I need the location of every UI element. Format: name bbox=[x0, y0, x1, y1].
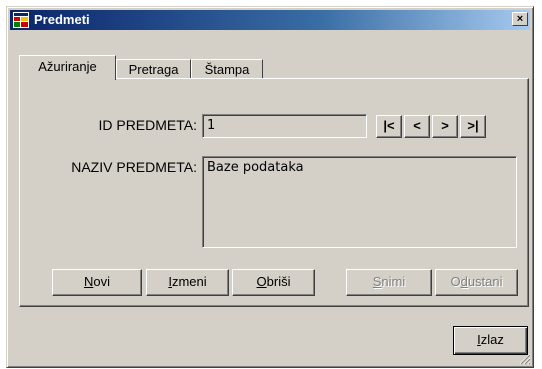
naziv-predmeta-field[interactable]: Baze podataka bbox=[202, 156, 517, 248]
first-record-icon: |< bbox=[383, 118, 395, 133]
last-record-button[interactable]: >| bbox=[460, 115, 486, 138]
tab-azuriranje[interactable]: Ažuriranje bbox=[19, 55, 116, 80]
odustani-pre: O bbox=[450, 274, 461, 289]
last-record-icon: >| bbox=[467, 118, 479, 133]
tab-pretraga-label: Pretraga bbox=[128, 62, 179, 77]
tab-pretraga[interactable]: Pretraga bbox=[116, 59, 191, 80]
tab-azuriranje-label: Ažuriranje bbox=[38, 59, 97, 74]
close-button[interactable]: × bbox=[512, 12, 528, 26]
id-predmeta-label: ID PREDMETA: bbox=[98, 117, 197, 133]
obrisi-accel: O bbox=[256, 274, 267, 289]
odustani-label: ustani bbox=[467, 274, 503, 289]
next-record-button[interactable]: > bbox=[432, 115, 458, 138]
izlaz-button[interactable]: Izlaz bbox=[453, 326, 528, 355]
previous-record-button[interactable]: < bbox=[404, 115, 430, 138]
close-icon: × bbox=[516, 13, 524, 25]
first-record-button[interactable]: |< bbox=[376, 115, 402, 138]
title-bar[interactable]: Predmeti × bbox=[10, 10, 530, 30]
novi-accel: N bbox=[83, 274, 94, 289]
next-record-icon: > bbox=[441, 118, 449, 133]
izmeni-button[interactable]: Izmeni bbox=[146, 269, 229, 296]
snimi-button[interactable]: Snimi bbox=[346, 269, 432, 296]
obrisi-button[interactable]: Obriši bbox=[232, 269, 315, 296]
id-predmeta-field[interactable]: 1 bbox=[202, 114, 367, 138]
izlaz-label: zlaz bbox=[480, 332, 504, 347]
previous-record-icon: < bbox=[413, 118, 421, 133]
novi-button[interactable]: Novi bbox=[52, 269, 142, 296]
form-app-icon bbox=[13, 12, 29, 28]
tab-stampa-label: Štampa bbox=[204, 62, 250, 77]
window-title: Predmeti bbox=[34, 12, 90, 27]
izmeni-label: zmeni bbox=[171, 274, 207, 289]
snimi-label: nimi bbox=[381, 274, 406, 289]
predmeti-window: Predmeti × Ažuriranje Pretraga Štampa ID… bbox=[6, 6, 534, 368]
odustani-button[interactable]: Odustani bbox=[435, 269, 518, 296]
obrisi-label: briši bbox=[266, 274, 291, 289]
tab-panel-azuriranje: ID PREDMETA: 1 |< < > >| NAZIV PREDMETA:… bbox=[19, 78, 529, 307]
odustani-accel: d bbox=[460, 274, 468, 289]
novi-label: ovi bbox=[93, 274, 110, 289]
tab-stampa[interactable]: Štampa bbox=[191, 59, 263, 80]
naziv-predmeta-label: NAZIV PREDMETA: bbox=[71, 159, 197, 175]
resize-grip-icon[interactable] bbox=[519, 353, 531, 365]
